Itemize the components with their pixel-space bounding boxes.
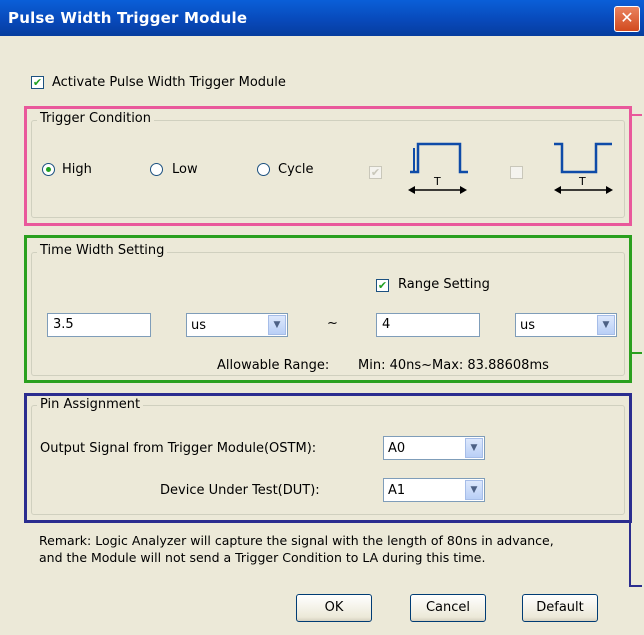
navy-connector-horizontal [629, 585, 642, 587]
default-button[interactable]: Default [522, 594, 598, 622]
max-unit-value: us [520, 318, 536, 333]
pink-connector-line [632, 114, 642, 116]
range-tilde: ~ [327, 316, 338, 331]
radio-high-label: High [62, 162, 92, 177]
low-pulse-waveform-icon: T [554, 142, 613, 194]
navy-connector-vertical [629, 475, 631, 587]
radio-low-label: Low [172, 162, 198, 177]
ok-button[interactable]: OK [296, 594, 372, 622]
max-width-input[interactable]: 4 [376, 313, 480, 337]
high-pulse-T-label: T [433, 175, 441, 188]
min-unit-select[interactable]: us ▼ [186, 313, 288, 337]
ostm-value: A0 [388, 441, 406, 456]
low-pulse-T-label: T [578, 175, 586, 188]
range-setting-checkbox[interactable]: ✔ [376, 279, 389, 292]
chevron-down-icon[interactable]: ▼ [465, 480, 483, 500]
high-pulse-checkbox[interactable]: ✔ [369, 166, 382, 179]
window-title: Pulse Width Trigger Module [8, 9, 248, 27]
trigger-condition-legend: Trigger Condition [37, 111, 155, 126]
close-button[interactable]: ✕ [614, 6, 640, 32]
trigger-condition-group [31, 120, 625, 218]
min-unit-value: us [191, 318, 207, 333]
ostm-label: Output Signal from Trigger Module(OSTM): [40, 441, 317, 456]
allowable-range-label: Allowable Range: [217, 358, 330, 373]
ostm-select[interactable]: A0 ▼ [383, 436, 485, 460]
radio-cycle-label: Cycle [278, 162, 314, 177]
radio-cycle[interactable] [257, 163, 270, 176]
close-icon: ✕ [620, 8, 634, 27]
cancel-button[interactable]: Cancel [410, 594, 486, 622]
dut-value: A1 [388, 483, 406, 498]
dut-label: Device Under Test(DUT): [160, 483, 320, 498]
low-pulse-checkbox[interactable] [510, 166, 523, 179]
radio-high[interactable] [42, 163, 55, 176]
activate-label: Activate Pulse Width Trigger Module [52, 75, 286, 90]
title-bar: Pulse Width Trigger Module ✕ [0, 0, 644, 36]
chevron-down-icon[interactable]: ▼ [268, 315, 286, 335]
allowable-range-value: Min: 40ns~Max: 83.88608ms [358, 358, 549, 373]
radio-low[interactable] [150, 163, 163, 176]
activate-checkbox[interactable]: ✔ [31, 76, 44, 89]
dut-select[interactable]: A1 ▼ [383, 478, 485, 502]
max-unit-select[interactable]: us ▼ [515, 313, 617, 337]
remark-line-1: Remark: Logic Analyzer will capture the … [39, 533, 554, 548]
remark-line-2: and the Module will not send a Trigger C… [39, 550, 486, 565]
time-width-legend: Time Width Setting [37, 243, 168, 258]
min-width-input[interactable]: 3.5 [47, 313, 151, 337]
pin-assignment-group [31, 405, 625, 515]
chevron-down-icon[interactable]: ▼ [597, 315, 615, 335]
range-setting-label: Range Setting [398, 277, 490, 292]
high-pulse-waveform-icon: T [408, 142, 468, 194]
pin-assignment-legend: Pin Assignment [37, 397, 144, 412]
green-connector-line [632, 352, 642, 354]
chevron-down-icon[interactable]: ▼ [465, 438, 483, 458]
